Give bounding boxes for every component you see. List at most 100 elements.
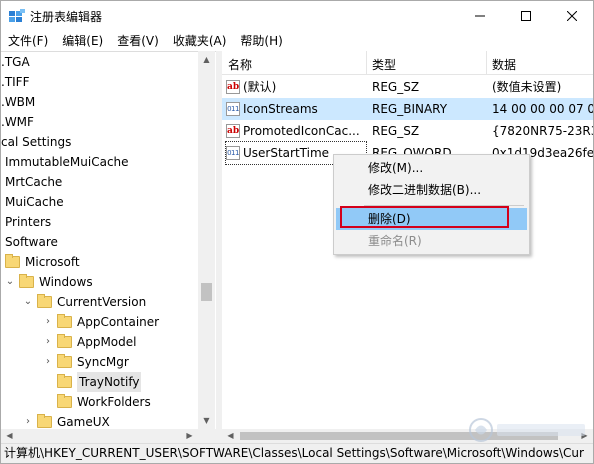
tree-item-wmf[interactable]: .WMF — [1, 112, 34, 132]
tree-item-tiff[interactable]: .TIFF — [1, 72, 30, 92]
tree-item-label: .TIFF — [1, 75, 30, 89]
tree-item-label: MuiCache — [5, 195, 64, 209]
tree-item-windows[interactable]: ⌄ Windows — [5, 272, 93, 292]
menu-file[interactable]: 文件(F) — [1, 31, 55, 51]
registry-tree: .TGA .TIFF .WBM .WMF cal Settings Immuta… — [1, 51, 216, 429]
tree-item-currentversion[interactable]: ⌄ CurrentVersion — [23, 292, 146, 312]
folder-icon — [57, 334, 72, 348]
value-type: REG_SZ — [372, 80, 420, 94]
menu-edit[interactable]: 编辑(E) — [55, 31, 110, 51]
tree-item-muicache[interactable]: MuiCache — [5, 192, 64, 212]
folder-icon — [19, 274, 34, 288]
column-header-name[interactable]: 名称 — [228, 56, 252, 73]
maximize-button[interactable] — [503, 1, 549, 31]
title-bar: 注册表编辑器 — [1, 1, 593, 31]
tree-item-label: MrtCache — [5, 175, 63, 189]
tree-item-label: .WBM — [1, 95, 36, 109]
tree-item-printers[interactable]: Printers — [5, 212, 51, 232]
chevron-right-icon[interactable]: › — [43, 352, 53, 372]
tree-item-label: WorkFolders — [77, 395, 151, 409]
tree-item-label: CurrentVersion — [57, 295, 147, 309]
tree-item-software[interactable]: Software — [5, 232, 58, 252]
tree-item-label: GameUX — [57, 415, 110, 429]
tree-item-label: Printers — [5, 215, 52, 229]
column-header-data[interactable]: 数据 — [492, 56, 516, 73]
value-data: 14 00 00 00 07 00 — [492, 102, 593, 116]
context-menu-modify-binary[interactable]: 修改二进制数据(B)... — [336, 179, 527, 201]
string-value-icon: ab — [226, 80, 240, 94]
scroll-thumb[interactable] — [201, 283, 212, 301]
folder-icon — [37, 294, 52, 308]
close-button[interactable] — [549, 1, 594, 31]
tree-item-tga[interactable]: .TGA — [1, 52, 30, 72]
tree-item-label: Microsoft — [25, 255, 80, 269]
chevron-right-icon[interactable]: › — [43, 312, 53, 332]
value-row-iconstreams[interactable]: 011 IconStreams REG_BINARY 14 00 00 00 0… — [222, 98, 593, 120]
minimize-button[interactable] — [457, 1, 503, 31]
chevron-down-icon[interactable]: ⌄ — [5, 272, 15, 292]
context-menu: 修改(M)... 修改二进制数据(B)... 删除(D) 重命名(R) — [333, 154, 530, 255]
tree-item-label: .WMF — [1, 115, 34, 129]
tree-item-label: .TGA — [1, 55, 30, 69]
folder-icon — [5, 254, 20, 268]
value-name-cell: ab PromotedIconCac... — [226, 120, 366, 142]
value-name: PromotedIconCac... — [243, 124, 360, 138]
menu-help[interactable]: 帮助(H) — [233, 31, 289, 51]
tree-horizontal-scrollbar[interactable]: ◀ ▶ — [1, 429, 216, 443]
value-name: UserStartTime — [243, 146, 330, 160]
tree-item-immutablemuicache[interactable]: ImmutableMuiCache — [5, 152, 129, 172]
window-title: 注册表编辑器 — [30, 10, 103, 24]
folder-icon — [57, 314, 72, 328]
scroll-right-icon[interactable]: ▶ — [181, 427, 198, 444]
string-value-icon: ab — [226, 124, 240, 138]
registry-editor-icon — [9, 9, 25, 22]
status-bar-path: 计算机\HKEY_CURRENT_USER\SOFTWARE\Classes\L… — [1, 443, 593, 463]
tree-item-local-settings[interactable]: cal Settings — [1, 132, 71, 152]
tree-item-workfolders[interactable]: WorkFolders — [57, 392, 151, 412]
tree-item-syncmgr[interactable]: › SyncMgr — [43, 352, 129, 372]
tree-item-traynotify[interactable]: TrayNotify — [57, 372, 142, 392]
tree-item-label: Windows — [39, 275, 93, 289]
tree-item-mrtcache[interactable]: MrtCache — [5, 172, 62, 192]
menu-view[interactable]: 查看(V) — [110, 31, 166, 51]
chevron-down-icon[interactable]: ⌄ — [23, 292, 33, 312]
folder-icon — [57, 394, 72, 408]
list-header: 名称 类型 数据 — [222, 51, 593, 75]
tree-item-appcontainer[interactable]: › AppContainer — [43, 312, 159, 332]
folder-icon — [57, 354, 72, 368]
value-type: REG_SZ — [372, 124, 420, 138]
value-data: {7820NR75-23R3 — [492, 124, 593, 138]
scroll-left-icon[interactable]: ◀ — [222, 427, 239, 444]
value-row-default[interactable]: ab (默认) REG_SZ (数值未设置) — [222, 76, 593, 98]
value-name: (默认) — [243, 80, 277, 94]
menu-bar: 文件(F) 编辑(E) 查看(V) 收藏夹(A) 帮助(H) — [1, 31, 593, 51]
chevron-right-icon[interactable]: › — [43, 332, 53, 352]
binary-value-icon: 011 — [226, 102, 240, 116]
binary-value-icon: 011 — [226, 146, 240, 160]
tree-item-appmodel[interactable]: › AppModel — [43, 332, 136, 352]
tree-item-gameux[interactable]: › GameUX — [23, 412, 110, 429]
tree-vertical-scrollbar[interactable]: ▲ ▼ — [198, 51, 215, 429]
scroll-down-icon[interactable]: ▼ — [198, 412, 215, 429]
maximize-icon — [521, 11, 531, 21]
column-divider[interactable] — [486, 51, 487, 75]
column-divider[interactable] — [366, 51, 367, 75]
tree-item-label: cal Settings — [1, 135, 72, 149]
scroll-up-icon[interactable]: ▲ — [198, 51, 215, 68]
tree-item-label: TrayNotify — [77, 372, 142, 392]
value-type: REG_BINARY — [372, 102, 448, 116]
tree-item-label: SyncMgr — [77, 355, 129, 369]
value-row-promotediconcache[interactable]: ab PromotedIconCac... REG_SZ {7820NR75-2… — [222, 120, 593, 142]
chevron-right-icon[interactable]: › — [23, 412, 33, 429]
column-header-type[interactable]: 类型 — [372, 56, 396, 73]
folder-icon — [57, 374, 72, 388]
menu-favorites[interactable]: 收藏夹(A) — [166, 31, 234, 51]
context-menu-rename: 重命名(R) — [368, 234, 422, 248]
scroll-left-icon[interactable]: ◀ — [1, 427, 18, 444]
value-name: IconStreams — [243, 102, 318, 116]
context-menu-modify[interactable]: 修改(M)... — [336, 157, 527, 179]
tree-item-label: AppContainer — [77, 315, 160, 329]
tree-item-wbm[interactable]: .WBM — [1, 92, 35, 112]
tree-item-microsoft[interactable]: Microsoft — [5, 252, 80, 272]
folder-icon — [37, 414, 52, 428]
